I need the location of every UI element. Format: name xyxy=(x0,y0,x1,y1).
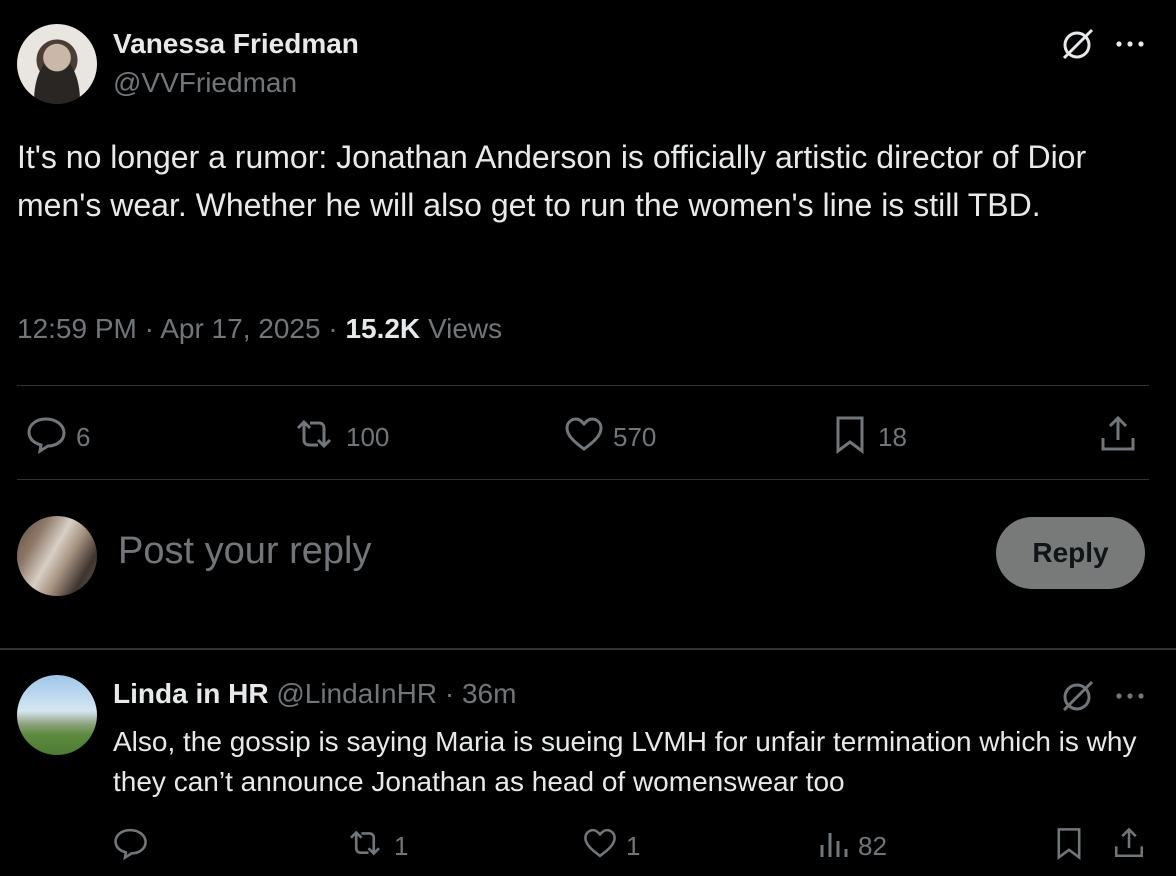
reply-button[interactable]: Reply xyxy=(996,517,1145,589)
views-action[interactable]: 82 xyxy=(818,825,887,868)
views-label: Views xyxy=(427,313,503,344)
bookmark-icon xyxy=(830,414,870,461)
post-time[interactable]: 12:59 PM xyxy=(17,313,137,344)
reply-input[interactable] xyxy=(118,530,818,573)
reply-author-handle[interactable]: @LindaInHR xyxy=(276,678,437,709)
current-user-avatar[interactable] xyxy=(17,516,97,596)
repost-count: 1 xyxy=(394,831,409,861)
heart-icon xyxy=(582,825,618,868)
author-avatar[interactable] xyxy=(17,24,97,104)
post-date[interactable]: Apr 17, 2025 xyxy=(160,313,320,344)
repost-icon xyxy=(290,414,338,461)
reply-icon xyxy=(26,414,68,461)
repost-icon xyxy=(344,825,386,868)
author-name[interactable]: Vanessa Friedman xyxy=(113,28,359,60)
reply-icon xyxy=(113,825,149,868)
bookmark-action[interactable] xyxy=(1052,825,1086,868)
post-meta: 12:59 PM · Apr 17, 2025 · 15.2K Views xyxy=(17,313,502,345)
reply-action[interactable]: 6 xyxy=(26,414,90,461)
more-icon[interactable] xyxy=(1114,30,1148,58)
reply-action[interactable] xyxy=(113,825,157,868)
divider xyxy=(0,648,1176,650)
reply-header: Linda in HR @LindaInHR · 36m xyxy=(113,678,516,710)
like-count: 570 xyxy=(613,422,657,452)
share-action[interactable] xyxy=(1098,414,1138,461)
author-handle[interactable]: @VVFriedman xyxy=(113,67,297,99)
post-text: It's no longer a rumor: Jonathan Anderso… xyxy=(17,139,1087,223)
meta-separator: · xyxy=(328,313,338,344)
divider xyxy=(17,385,1149,386)
grok-icon[interactable] xyxy=(1058,676,1098,716)
reply-author-name[interactable]: Linda in HR xyxy=(113,678,269,709)
like-action[interactable]: 570 xyxy=(563,414,656,461)
heart-icon xyxy=(563,414,605,461)
grok-icon[interactable] xyxy=(1058,24,1098,64)
meta-separator: · xyxy=(444,678,455,709)
more-icon[interactable] xyxy=(1114,682,1148,710)
like-action[interactable]: 1 xyxy=(582,825,640,868)
bookmark-icon xyxy=(1052,825,1086,868)
share-icon xyxy=(1098,414,1138,461)
reply-author-avatar[interactable] xyxy=(17,675,97,755)
bookmark-action[interactable]: 18 xyxy=(830,414,907,461)
repost-action[interactable]: 100 xyxy=(290,414,389,461)
repost-count: 100 xyxy=(346,422,390,452)
share-icon xyxy=(1112,825,1146,868)
divider xyxy=(17,479,1149,480)
views-icon xyxy=(818,825,850,868)
reply-time[interactable]: 36m xyxy=(462,678,516,709)
reply-count: 6 xyxy=(76,422,91,452)
repost-action[interactable]: 1 xyxy=(344,825,408,868)
reply-text: Also, the gossip is saying Maria is suei… xyxy=(113,726,1137,797)
views-count: 82 xyxy=(858,831,887,861)
like-count: 1 xyxy=(626,831,641,861)
share-action[interactable] xyxy=(1112,825,1146,868)
meta-separator: · xyxy=(144,313,154,344)
views-count: 15.2K xyxy=(345,313,421,344)
bookmark-count: 18 xyxy=(878,422,907,452)
